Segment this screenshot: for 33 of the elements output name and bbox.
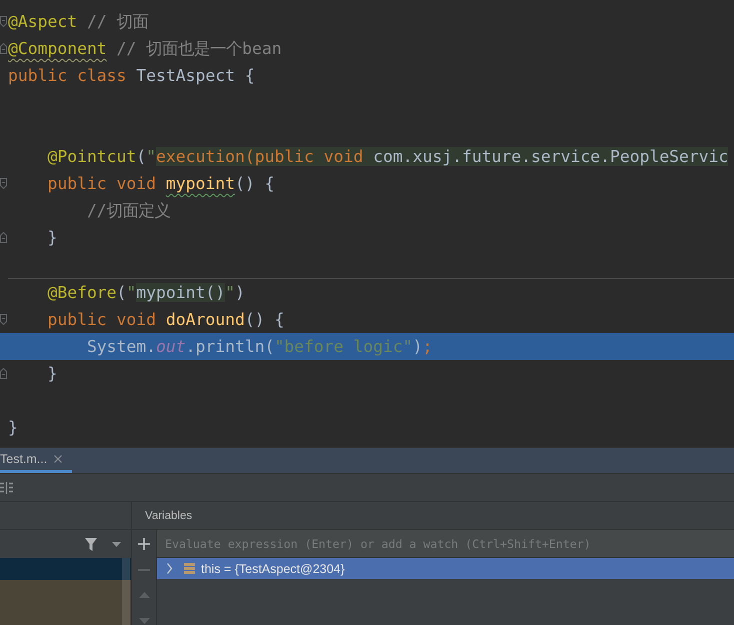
- fold-marker-icon[interactable]: [0, 368, 7, 379]
- close-icon[interactable]: [54, 455, 62, 463]
- chevron-right-icon[interactable]: [166, 563, 173, 574]
- frame-row[interactable]: [0, 558, 131, 580]
- scrollbar-thumb[interactable]: [122, 558, 130, 625]
- code-line: @Component // 切面也是一个bean: [8, 38, 282, 59]
- variable-label: this = {TestAspect@2304}: [201, 562, 345, 576]
- code-line: }: [47, 363, 58, 384]
- code-line: @Aspect // 切面: [8, 11, 149, 32]
- caret-icon[interactable]: [112, 542, 121, 546]
- panel-title: Variables: [145, 510, 192, 522]
- frame-row[interactable]: [0, 602, 131, 625]
- fold-marker-icon[interactable]: [0, 16, 7, 27]
- filter-icon[interactable]: [85, 538, 97, 550]
- code-line: public void mypoint() {: [47, 173, 274, 194]
- code-line: //切面定义: [86, 200, 171, 221]
- frame-row[interactable]: [0, 580, 131, 603]
- code-line: System.out.println("before logic");: [86, 336, 432, 357]
- tab[interactable]: Test.m...: [0, 448, 72, 473]
- code-line: public class TestAspect {: [8, 65, 255, 86]
- code-line: @Pointcut("execution(public void com.xusj.future.service.PeopleServic: [47, 146, 728, 167]
- stacked-bars-icon: [184, 563, 195, 574]
- layout-icon[interactable]: [0, 482, 13, 494]
- fold-marker-icon[interactable]: [0, 43, 7, 54]
- code-line: }: [47, 227, 58, 248]
- fold-marker-icon[interactable]: [0, 178, 7, 189]
- code-line: @Before("mypoint()"): [47, 282, 245, 303]
- variable-row[interactable]: this = {TestAspect@2304}: [157, 558, 734, 579]
- code-line: public void doAround() {: [47, 309, 284, 330]
- fold-marker-icon[interactable]: [0, 314, 7, 325]
- code-line: }: [8, 417, 18, 438]
- plus-icon[interactable]: [138, 538, 150, 550]
- fold-marker-icon[interactable]: [0, 232, 7, 243]
